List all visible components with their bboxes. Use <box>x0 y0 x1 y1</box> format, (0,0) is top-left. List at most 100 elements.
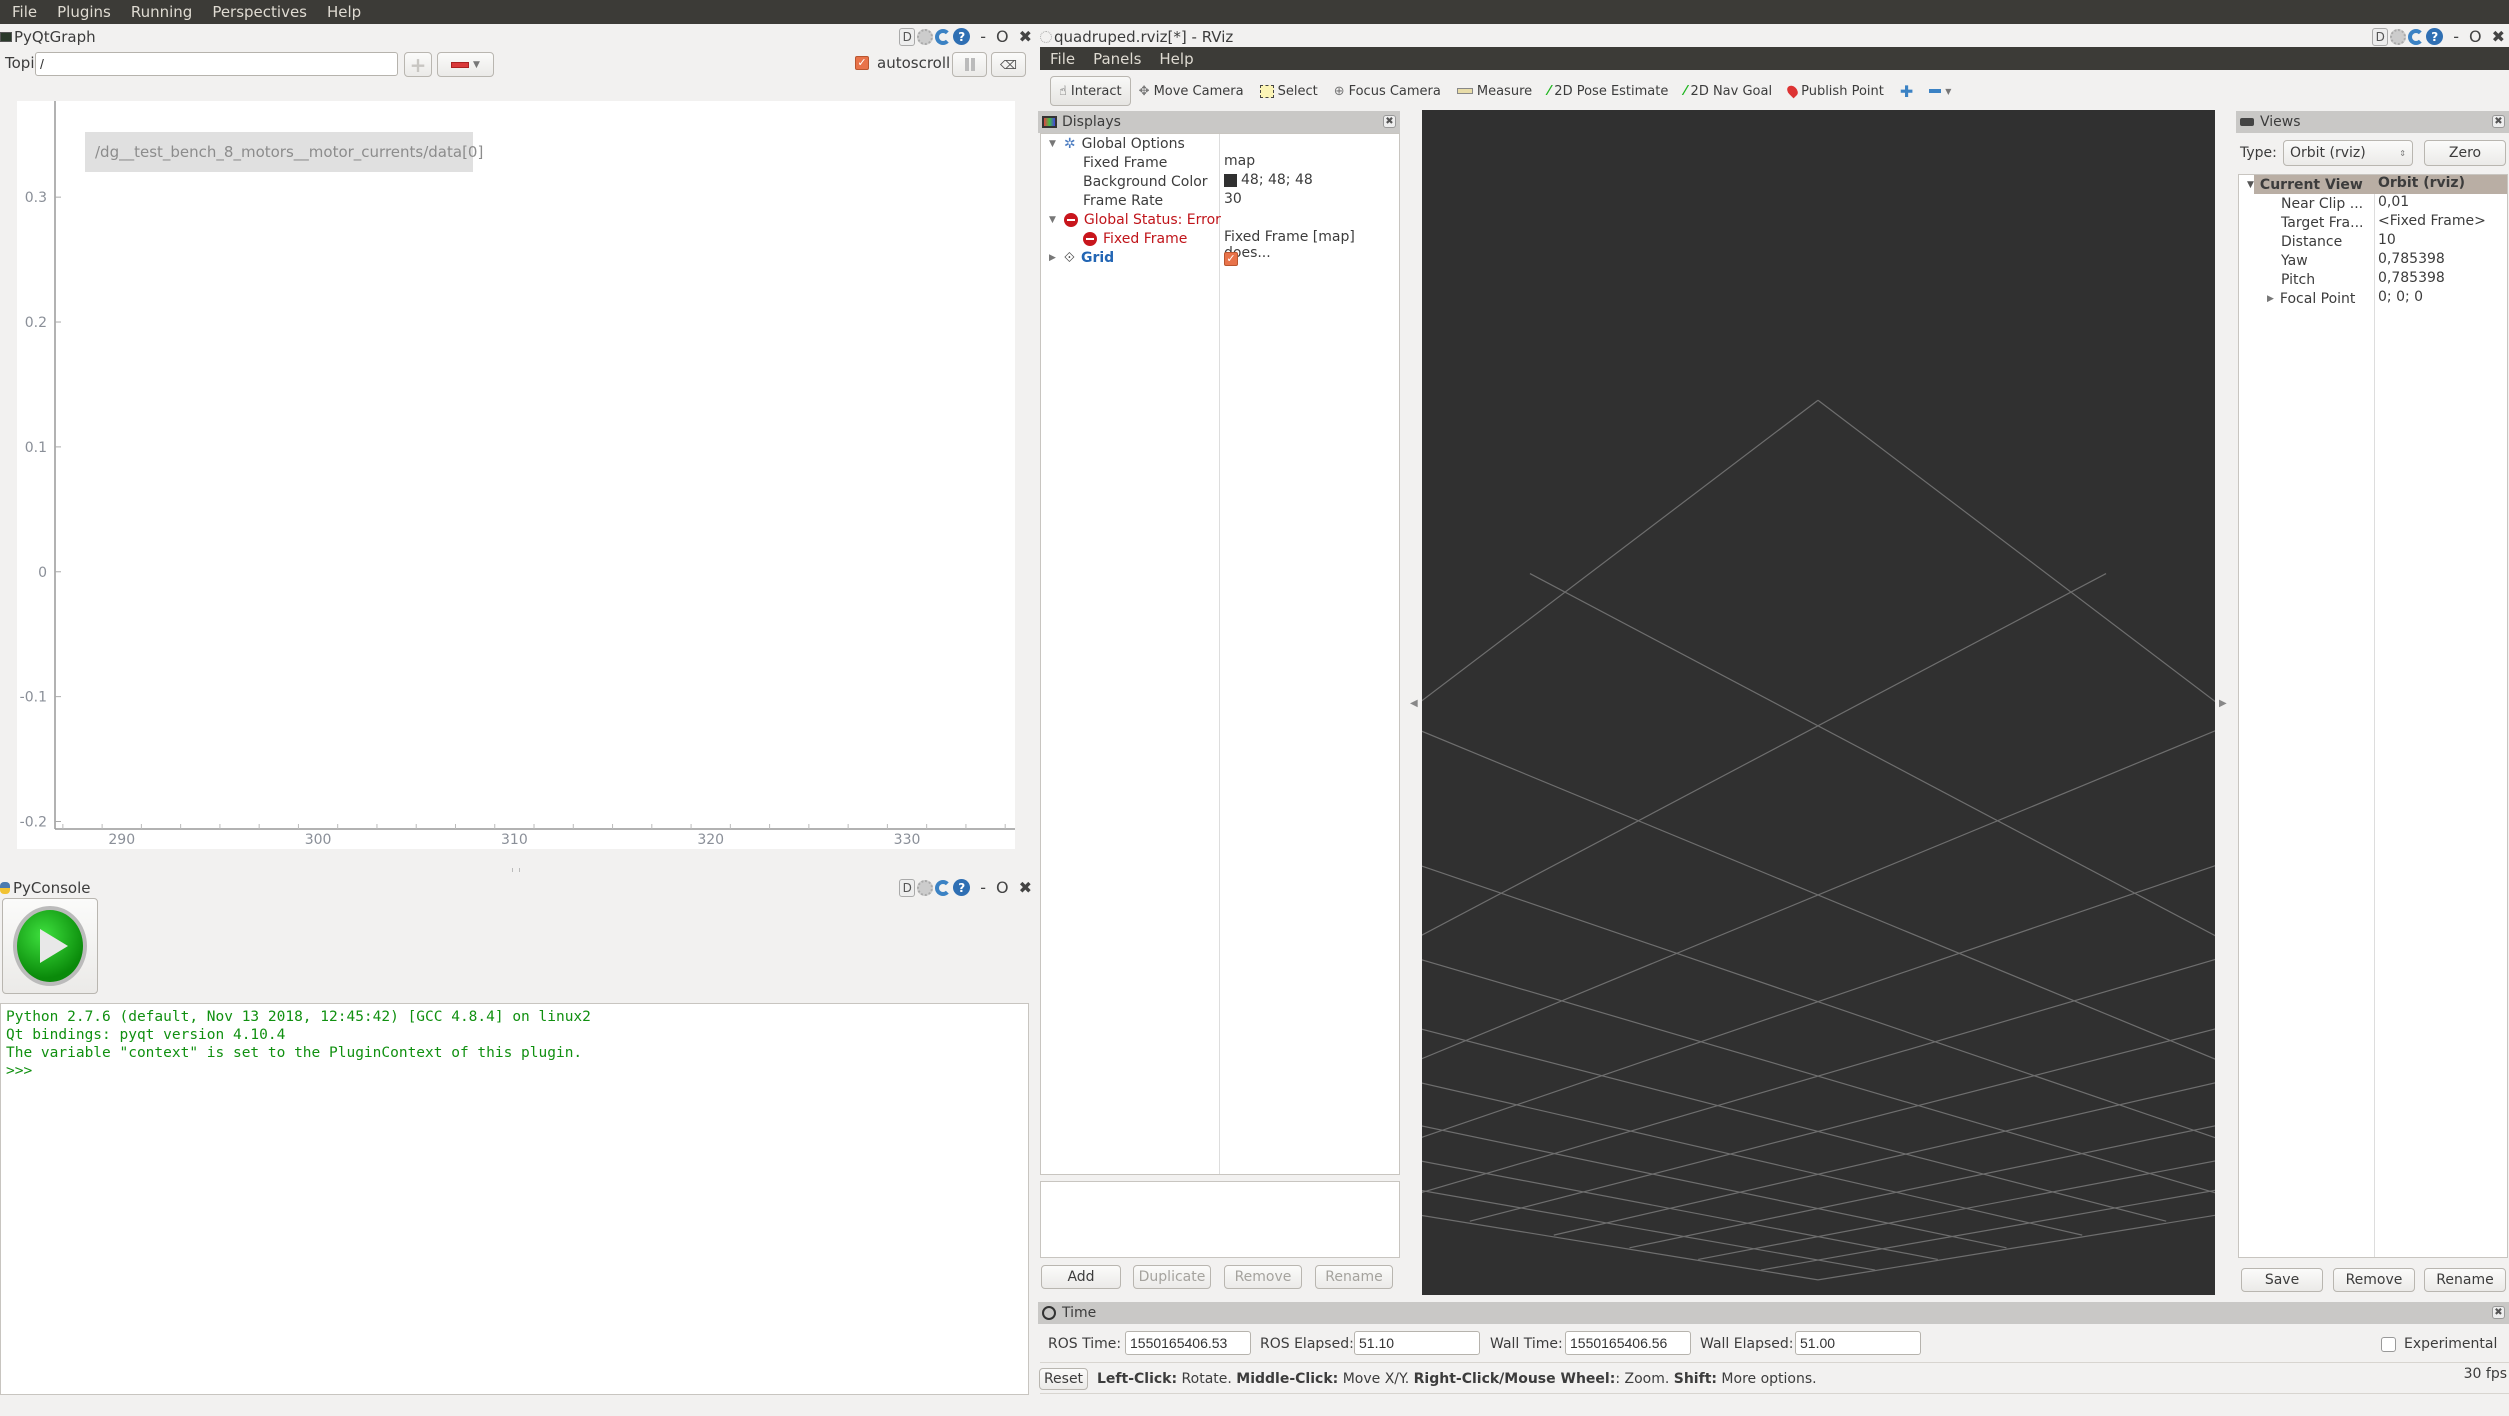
tool-2d-nav-goal[interactable]: ⁄ 2D Nav Goal <box>1676 76 1780 106</box>
tree-row-background-color[interactable]: Background Color <box>1083 172 1208 191</box>
tree-row-near-clip[interactable]: Near Clip ... <box>2281 194 2363 213</box>
distance-value[interactable]: 10 <box>2378 232 2396 248</box>
collapse-left-arrow-icon[interactable]: ◀ <box>1410 698 1418 709</box>
minimize-button[interactable]: - <box>980 878 986 897</box>
minimize-button[interactable]: - <box>980 27 986 46</box>
close-icon[interactable]: ✖ <box>1019 878 1032 897</box>
gear-icon[interactable] <box>917 879 934 896</box>
float-button[interactable]: O <box>996 878 1009 897</box>
run-button[interactable] <box>2 898 98 994</box>
menu-file[interactable]: File <box>12 3 37 21</box>
experimental-checkbox[interactable] <box>2381 1336 2396 1352</box>
clear-button[interactable]: ⌫ <box>991 52 1026 77</box>
help-icon[interactable]: ? <box>2426 28 2444 45</box>
save-view-button[interactable]: Save <box>2241 1268 2323 1292</box>
wall-time-field[interactable] <box>1565 1331 1691 1355</box>
tree-row-distance[interactable]: Distance <box>2281 232 2342 251</box>
add-tool-button[interactable]: ✚ <box>1892 76 1921 106</box>
close-icon[interactable]: ✖ <box>2492 115 2505 128</box>
menu-help[interactable]: Help <box>327 3 361 21</box>
autoscroll-checkbox[interactable]: ✓ <box>855 56 869 70</box>
rename-display-button[interactable]: Rename <box>1315 1265 1393 1289</box>
menu-running[interactable]: Running <box>131 3 192 21</box>
dock-d-button[interactable]: D <box>899 27 916 46</box>
tree-row-focal-point[interactable]: ▶ Focal Point <box>2267 289 2355 308</box>
ros-elapsed-field[interactable] <box>1354 1331 1480 1355</box>
wall-elapsed-field[interactable] <box>1795 1331 1921 1355</box>
topic-input[interactable] <box>35 52 398 76</box>
help-icon[interactable]: ? <box>953 28 971 45</box>
add-topic-button[interactable]: + <box>404 52 432 77</box>
tool-2d-pose-estimate[interactable]: ⁄ 2D Pose Estimate <box>1540 76 1676 106</box>
views-tree[interactable]: ▼ Current View Orbit (rviz) Near Clip ..… <box>2238 174 2508 1258</box>
float-button[interactable]: O <box>2469 27 2482 46</box>
remove-tool-button[interactable]: ▼ <box>1921 76 1959 106</box>
autoscroll-toggle[interactable]: ✓ autoscroll <box>855 54 950 72</box>
yaw-value[interactable]: 0,785398 <box>2378 251 2445 267</box>
fixed-frame-value[interactable]: map <box>1224 153 1255 169</box>
rviz-menu-help[interactable]: Help <box>1159 50 1193 68</box>
tree-row-pitch[interactable]: Pitch <box>2281 270 2315 289</box>
help-icon[interactable]: ? <box>953 879 971 896</box>
menu-plugins[interactable]: Plugins <box>57 3 111 21</box>
python-console[interactable]: Python 2.7.6 (default, Nov 13 2018, 12:4… <box>0 1003 1029 1395</box>
displays-tree[interactable]: ▼ ✲ Global Options Fixed Frame map Backg… <box>1040 133 1400 1175</box>
close-icon[interactable]: ✖ <box>1019 27 1032 46</box>
tool-publish-point[interactable]: Publish Point <box>1780 76 1892 106</box>
experimental-toggle[interactable]: Experimental <box>2381 1336 2497 1352</box>
reset-button[interactable]: Reset <box>1039 1368 1088 1390</box>
plot-area[interactable]: 0.3 0.2 0.1 0 -0.1 -0.2 290 300 310 320 330 /dg__t… <box>17 101 1015 849</box>
close-icon[interactable]: ✖ <box>1383 115 1396 128</box>
refresh-icon[interactable] <box>2408 28 2425 45</box>
add-display-button[interactable]: Add <box>1041 1265 1121 1289</box>
tree-row-frame-rate[interactable]: Frame Rate <box>1083 191 1163 210</box>
close-icon[interactable]: ✖ <box>2492 27 2505 46</box>
close-icon[interactable]: ✖ <box>2492 1306 2505 1319</box>
frame-rate-value[interactable]: 30 <box>1224 191 1242 207</box>
background-color-value[interactable]: 48; 48; 48 <box>1224 172 1313 188</box>
zero-button[interactable]: Zero <box>2424 140 2506 166</box>
tree-row-fixed-frame[interactable]: Fixed Frame <box>1083 153 1167 172</box>
float-button[interactable]: O <box>996 27 1009 46</box>
view-type-select[interactable]: Orbit (rviz) ⇕ <box>2283 140 2413 166</box>
duplicate-display-button[interactable]: Duplicate <box>1133 1265 1211 1289</box>
target-frame-value[interactable]: <Fixed Frame> <box>2378 213 2486 229</box>
fixed-frame-error-value[interactable]: Fixed Frame [map] does... <box>1224 229 1399 261</box>
refresh-icon[interactable] <box>935 879 952 896</box>
collapse-right-arrow-icon[interactable]: ▶ <box>2219 698 2227 709</box>
rviz-menu-file[interactable]: File <box>1050 50 1075 68</box>
tree-row-grid[interactable]: ▶ ⟐ Grid <box>1049 248 1114 267</box>
tree-row-global-status[interactable]: ▼ Global Status: Error <box>1049 210 1221 229</box>
gear-icon[interactable] <box>2390 28 2407 45</box>
near-clip-value[interactable]: 0,01 <box>2378 194 2409 210</box>
gear-icon[interactable] <box>917 28 934 45</box>
tool-measure[interactable]: Measure <box>1449 76 1540 106</box>
refresh-icon[interactable] <box>935 28 952 45</box>
pitch-value[interactable]: 0,785398 <box>2378 270 2445 286</box>
tree-row-fixed-frame-error[interactable]: Fixed Frame <box>1083 229 1187 248</box>
menu-perspectives[interactable]: Perspectives <box>212 3 307 21</box>
tool-focus-camera[interactable]: ⊕ Focus Camera <box>1326 76 1449 106</box>
remove-display-button[interactable]: Remove <box>1224 1265 1302 1289</box>
ros-time-field[interactable] <box>1125 1331 1251 1355</box>
rviz-menu-panels[interactable]: Panels <box>1093 50 1141 68</box>
tree-row-global-options[interactable]: ▼ ✲ Global Options <box>1049 134 1185 153</box>
remove-view-button[interactable]: Remove <box>2333 1268 2415 1292</box>
pause-button[interactable] <box>952 52 987 77</box>
dock-d-button[interactable]: D <box>2372 27 2389 46</box>
splitter-handle[interactable] <box>512 868 520 872</box>
tree-row-current-view[interactable]: ▼ Current View <box>2247 175 2363 194</box>
tree-row-target-frame[interactable]: Target Fra... <box>2281 213 2363 232</box>
remove-topic-button[interactable]: ▼ <box>437 52 494 77</box>
tool-select[interactable]: Select <box>1252 76 1326 106</box>
tool-interact[interactable]: ☝ Interact <box>1050 76 1131 106</box>
focal-point-value[interactable]: 0; 0; 0 <box>2378 289 2423 305</box>
dock-d-button[interactable]: D <box>899 878 916 897</box>
3d-render-view[interactable] <box>862 110 2509 1295</box>
tree-row-yaw[interactable]: Yaw <box>2281 251 2308 270</box>
rename-view-button[interactable]: Rename <box>2424 1268 2506 1292</box>
grid-enabled-checkbox[interactable]: ✓ <box>1224 250 1238 266</box>
plot-legend[interactable]: /dg__test_bench_8_motors__motor_currents… <box>85 132 483 172</box>
tool-move-camera[interactable]: ✥ Move Camera <box>1131 76 1252 106</box>
minimize-button[interactable]: - <box>2453 27 2459 46</box>
